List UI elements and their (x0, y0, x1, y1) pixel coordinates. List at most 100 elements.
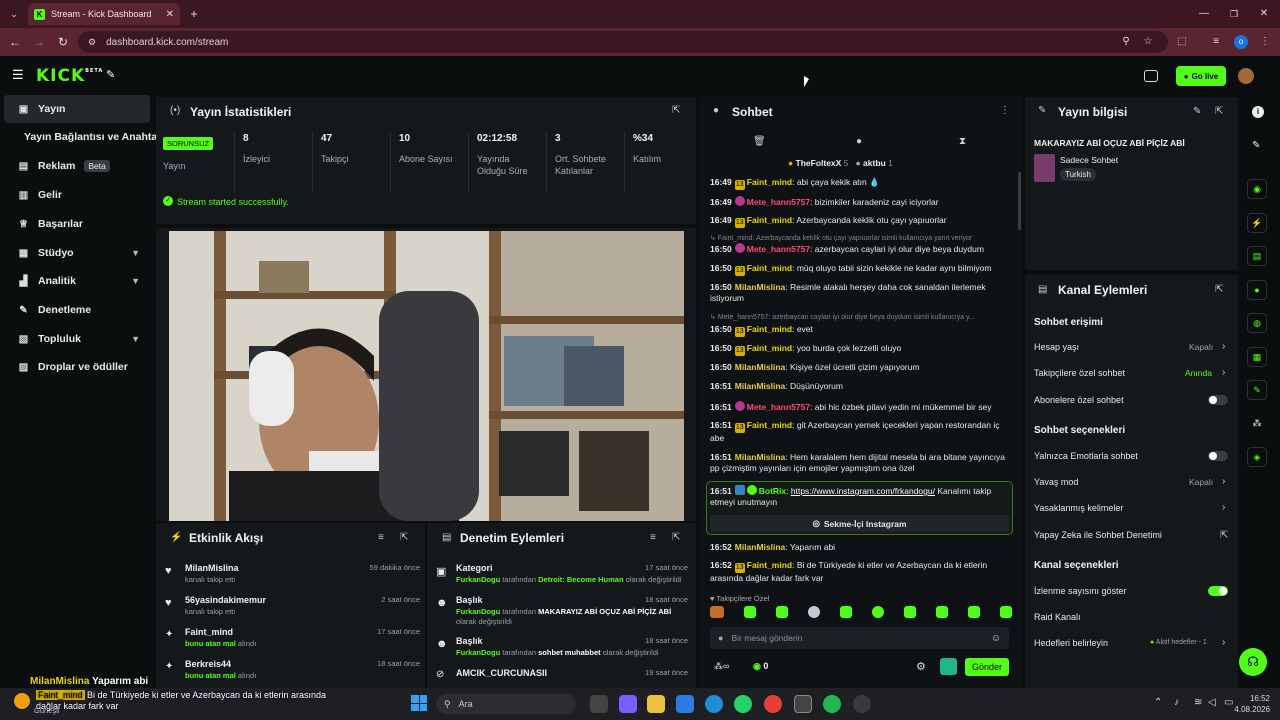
banned-words-label[interactable]: Yasaklanmış kelimeler (1034, 503, 1123, 513)
filter-icon[interactable]: ≡ (650, 532, 656, 543)
edit-icon[interactable]: ✎ (1193, 106, 1201, 117)
copilot-icon[interactable] (619, 695, 637, 713)
send-button[interactable]: Gönder (965, 658, 1009, 676)
chevron-right-icon[interactable]: › (1222, 476, 1225, 487)
emote-icon[interactable] (710, 606, 724, 618)
reload-icon[interactable]: ↻ (54, 31, 72, 53)
go-live-button[interactable]: ● Go live (1176, 66, 1226, 86)
browser-menu-icon[interactable]: ⋮ (1258, 31, 1272, 53)
close-window-icon[interactable]: ✕ (1256, 3, 1272, 23)
whatsapp-icon[interactable] (734, 695, 752, 713)
tools-icon[interactable]: ✎ (106, 68, 120, 82)
hourglass-icon[interactable]: ⧗ (959, 136, 966, 147)
rail-list-icon[interactable]: ▦ (1247, 347, 1267, 367)
close-tab-icon[interactable]: ✕ (166, 9, 174, 20)
spotify-icon[interactable] (823, 695, 841, 713)
chat-input[interactable]: ● Bir mesaj gönderin ☺ (710, 627, 1009, 649)
chat-users-icon[interactable]: ⁂∞ (714, 661, 729, 672)
user-avatar[interactable] (1238, 68, 1254, 84)
popout-icon[interactable]: ⇱ (1215, 106, 1223, 117)
chat-scrollbar[interactable] (1018, 172, 1021, 230)
info-icon[interactable]: i (1252, 106, 1264, 118)
sidebar-item-topluluk[interactable]: ▧ Topluluk ▼ (4, 325, 150, 353)
edge-icon[interactable] (705, 695, 723, 713)
ai-moderation-label[interactable]: Yapay Zeka ile Sohbet Denetimi (1034, 530, 1162, 540)
emote-icon[interactable] (776, 606, 788, 618)
show-viewers-toggle[interactable] (1208, 586, 1228, 596)
external-link-icon[interactable]: ⇱ (1220, 530, 1228, 541)
theatre-mode-icon[interactable] (1144, 70, 1158, 82)
sidebar-item-studyo[interactable]: ▦ Stüdyo ▼ (4, 239, 150, 267)
chrome-icon[interactable] (764, 695, 782, 713)
subs-chat-toggle[interactable] (1208, 395, 1228, 405)
filter-icon[interactable]: ≡ (378, 532, 384, 543)
sidebar-item-reklam[interactable]: ▤ Reklam Beta (4, 152, 150, 180)
sidebar-item-analitik[interactable]: ▟ Analitik ▼ (4, 267, 150, 295)
popout-icon[interactable]: ⇱ (400, 532, 408, 543)
file-explorer-icon[interactable] (647, 695, 665, 713)
instagram-link[interactable]: https://www.instagram.com/frkandogu/ (791, 486, 935, 496)
sidebar-item-denetleme[interactable]: ✎ Denetleme (4, 296, 150, 324)
chevron-right-icon[interactable]: › (1222, 367, 1225, 378)
bookmark-star-icon[interactable]: ☆ (1140, 31, 1156, 53)
emote-icon[interactable] (936, 606, 948, 618)
emote-icon[interactable] (968, 606, 980, 618)
zoom-icon[interactable]: ⚲ (1118, 31, 1134, 53)
hamburger-menu-icon[interactable]: ☰ (12, 68, 26, 82)
popout-icon[interactable]: ⇱ (672, 105, 680, 116)
windows-start-icon[interactable] (411, 695, 427, 711)
maximize-icon[interactable]: ❐ (1226, 3, 1242, 23)
rail-broadcast-icon[interactable]: ◍ (1247, 313, 1267, 333)
popout-icon[interactable]: ⇱ (672, 532, 680, 543)
weather-icon[interactable] (14, 693, 30, 709)
chat-mode-icon[interactable]: ● (856, 136, 862, 147)
rail-chat-icon[interactable]: ● (1247, 280, 1267, 300)
extensions-icon[interactable]: ⬚ (1174, 31, 1190, 53)
taskbar-search[interactable]: ⚲ Ara (436, 694, 576, 714)
emote-icon[interactable] (840, 606, 852, 618)
channel-points[interactable]: ◉ 0 (753, 661, 768, 672)
chat-settings-icon[interactable]: ⚙ (916, 660, 926, 673)
sidebar-item-gelir[interactable]: ▥ Gelir (4, 181, 150, 209)
stream-preview[interactable] (169, 231, 684, 521)
minimize-icon[interactable]: — (1196, 3, 1212, 23)
rail-wrench-icon[interactable]: ✎ (1247, 380, 1267, 400)
chrome-active-icon[interactable] (794, 695, 812, 713)
sidebar-item-yayin[interactable]: ▣ Yayın (4, 95, 150, 123)
emote-icon[interactable] (744, 606, 756, 618)
help-chat-icon[interactable]: ☊ (1239, 648, 1267, 676)
edit-layout-icon[interactable]: ✎ (1252, 140, 1260, 151)
site-info-icon[interactable]: ⚙ (88, 37, 96, 48)
rail-users-icon[interactable]: ⁂ (1247, 414, 1267, 434)
rail-doc-icon[interactable]: ▤ (1247, 246, 1267, 266)
bot-app-icon[interactable] (940, 658, 957, 675)
kick-logo[interactable]: KICKBETA (36, 66, 103, 86)
media-icon[interactable]: ≡ (1208, 31, 1224, 53)
forward-icon[interactable]: → (30, 31, 48, 53)
clock[interactable]: 16:52 4.08.2026 (1230, 693, 1270, 715)
sidebar-item-stream-key[interactable]: Yayın Bağlantısı ve Anahtarı (4, 123, 164, 151)
rail-bolt-icon[interactable]: ⚡ (1247, 213, 1267, 233)
emote-only-toggle[interactable] (1208, 451, 1228, 461)
tab-list-icon[interactable]: ⌄ (6, 3, 22, 23)
browser-tab[interactable]: K Stream - Kick Dashboard ✕ (28, 3, 180, 25)
profile-avatar[interactable]: o (1234, 35, 1248, 49)
sidebar-item-droplar[interactable]: ▨ Droplar ve ödüller (4, 353, 150, 381)
chat-menu-icon[interactable]: ⋮ (1000, 105, 1010, 116)
volume-icon[interactable]: ◁ (1208, 697, 1216, 708)
instagram-button[interactable]: ◎ Sekme-İçi Instagram (710, 515, 1009, 532)
back-icon[interactable]: ← (6, 31, 24, 53)
emote-icon[interactable] (808, 606, 820, 618)
address-bar[interactable]: ⚙ dashboard.kick.com/stream (78, 31, 1168, 53)
taskview-icon[interactable] (590, 695, 608, 713)
wifi-icon[interactable]: ≋ (1194, 697, 1202, 708)
rail-camera-icon[interactable]: ◉ (1247, 179, 1267, 199)
emote-icon[interactable] (872, 606, 884, 618)
trash-icon[interactable]: 🗑 (753, 136, 766, 147)
emote-icon[interactable] (1000, 606, 1012, 618)
emoji-icon[interactable]: ☺ (991, 633, 1001, 644)
rail-shield-icon[interactable]: ◈ (1247, 447, 1267, 467)
microphone-icon[interactable]: ♪ (1174, 697, 1179, 708)
new-tab-icon[interactable]: + (186, 3, 202, 23)
obs-icon[interactable] (853, 695, 871, 713)
